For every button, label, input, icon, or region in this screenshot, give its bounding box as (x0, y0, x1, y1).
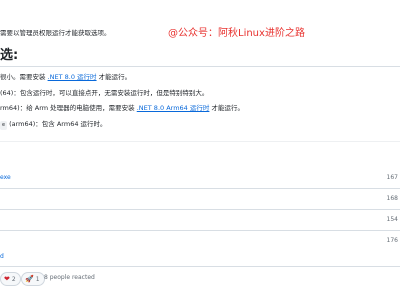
admin-note: 需要以管理员权限运行才能获取选项。 (0, 29, 111, 37)
reaction-count: 2 (11, 276, 16, 283)
asset-name[interactable]: exe (0, 174, 11, 181)
asset-size: 176 (386, 237, 398, 244)
option-text: (arm64)：包含 Arm64 运行时。 (7, 119, 107, 128)
rocket-icon: 🚀 (25, 275, 34, 283)
option-line-1: 很小。需要安装 .NET 8.0 运行时 才能运行。 (0, 72, 400, 83)
option-text: (64)：包含运行时，可以直接点开，无需安装运行时，但是特别特别大。 (0, 88, 209, 97)
download-option-list: 很小。需要安装 .NET 8.0 运行时 才能运行。 (64)：包含运行时，可以… (0, 72, 400, 134)
option-line-3: rm64)：给 Arm 处理器的电脑使用，需要安装 .NET 8.0 Arm64… (0, 103, 400, 114)
divider (0, 266, 400, 267)
asset-size: 154 (386, 216, 398, 223)
release-notes-panel: 需要以管理员权限运行才能获取选项。 @公众号：阿秋Linux进阶之路 选: 很小… (0, 0, 400, 300)
reaction-summary: 8 people reacted (44, 274, 95, 281)
asset-row[interactable]: 154 (0, 209, 400, 230)
option-text: 很小。需要安装 (0, 73, 48, 81)
heart-icon: ❤ (4, 275, 10, 283)
option-text: 才能运行。 (96, 73, 132, 81)
show-all-assets-link[interactable]: d (0, 253, 4, 260)
option-line-4: e (arm64)：包含 Arm64 运行时。 (0, 119, 400, 130)
asset-row[interactable]: 176 (0, 230, 400, 251)
dotnet-runtime-link[interactable]: .NET 8.0 运行时 (48, 73, 97, 81)
reaction-count: 1 (35, 276, 40, 283)
asset-row[interactable]: 168 (0, 188, 400, 209)
heart-reaction-button[interactable]: ❤ 2 (0, 272, 21, 286)
rocket-reaction-button[interactable]: 🚀 1 (21, 272, 45, 286)
dotnet-arm64-runtime-link[interactable]: .NET 8.0 Arm64 运行时 (137, 104, 210, 112)
asset-row[interactable]: exe 167 (0, 168, 400, 188)
option-text: 才能运行。 (209, 104, 244, 112)
divider (0, 141, 400, 142)
section-title: 选: (0, 48, 19, 63)
inline-code: e (0, 120, 8, 130)
option-text: rm64)：给 Arm 处理器的电脑使用，需要安装 (0, 104, 137, 112)
divider (0, 66, 400, 67)
assets-list: exe 167 168 154 176 (0, 168, 400, 251)
option-line-2: (64)：包含运行时，可以直接点开，无需安装运行时，但是特别特别大。 (0, 88, 400, 99)
watermark: @公众号：阿秋Linux进阶之路 (168, 28, 305, 39)
asset-size: 167 (386, 174, 398, 181)
asset-size: 168 (386, 195, 398, 202)
